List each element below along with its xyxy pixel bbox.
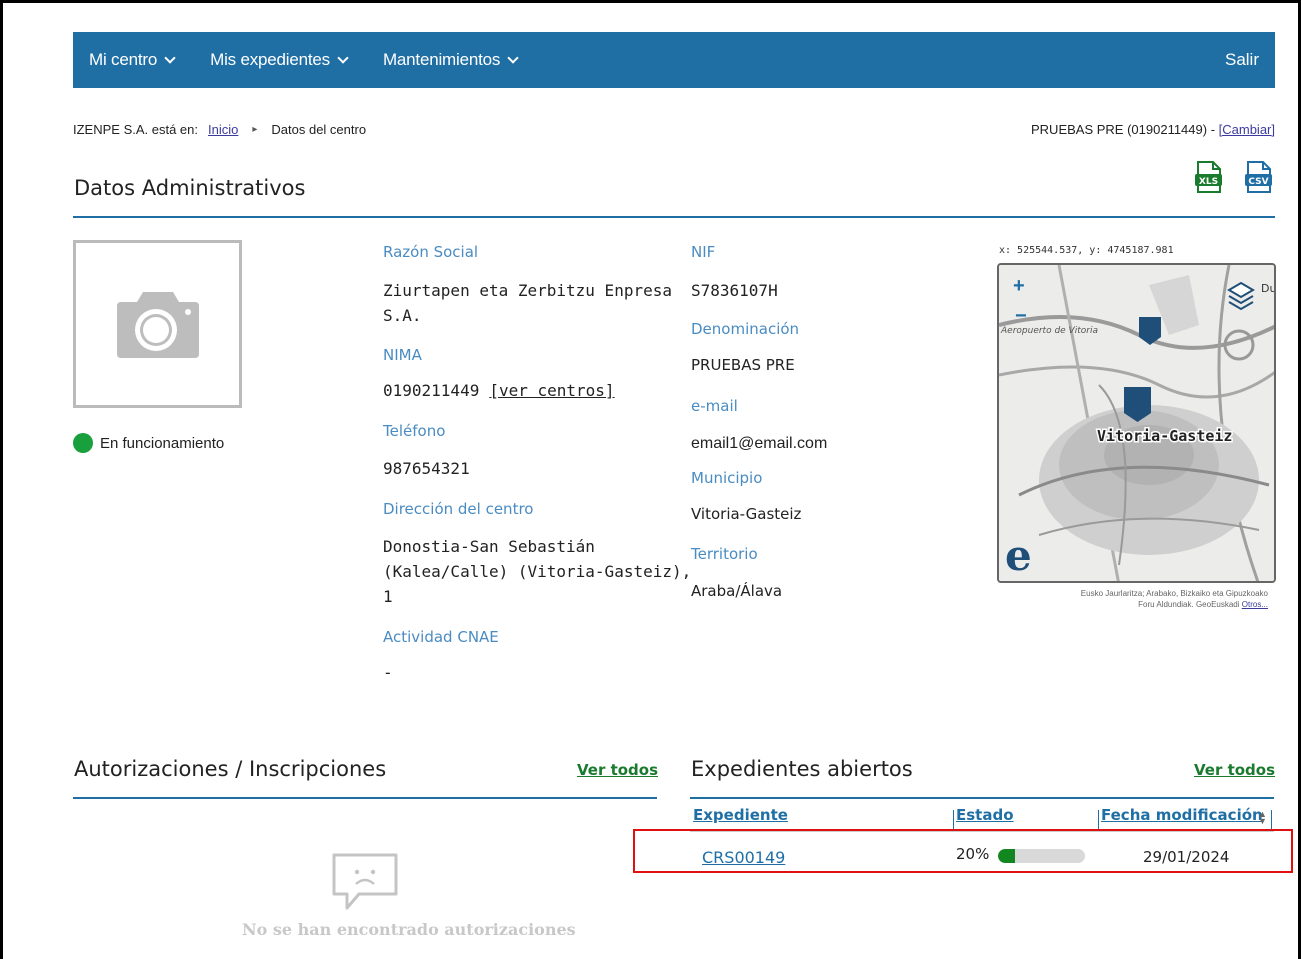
nav-mi-centro-label: Mi centro: [89, 50, 158, 69]
centre-selector: PRUEBAS PRE (0190211449) - [Cambiar]: [1031, 122, 1275, 137]
svg-text:XLS: XLS: [1199, 177, 1218, 187]
map-credits-link[interactable]: Otros...: [1242, 600, 1268, 609]
breadcrumb-prefix: IZENPE S.A. está en:: [73, 122, 198, 137]
admin-divider: [73, 216, 1275, 218]
ver-centros-link[interactable]: [ver centros]: [489, 381, 614, 400]
autorizaciones-title: Autorizaciones / Inscripciones: [74, 757, 387, 781]
nif-label: NIF: [691, 243, 716, 261]
nima-label: NIMA: [383, 346, 422, 364]
telefono-label: Teléfono: [383, 422, 446, 440]
expediente-link[interactable]: CRS00149: [702, 848, 785, 867]
nav-mantenimientos[interactable]: Mantenimientos: [382, 50, 519, 70]
territorio-label: Territorio: [691, 545, 758, 563]
breadcrumb-home-link[interactable]: Inicio: [208, 122, 238, 137]
breadcrumb-current: Datos del centro: [271, 122, 367, 137]
nima-value: 0190211449 [ver centros]: [383, 378, 615, 403]
svg-text:Du: Du: [1261, 282, 1276, 295]
razon-social-label: Razón Social: [383, 243, 479, 261]
direccion-line1: Donostia-San Sebastián: [383, 537, 595, 556]
export-xls-button[interactable]: XLS: [1194, 161, 1224, 193]
table-header-line: [690, 831, 1274, 832]
logout-button[interactable]: Salir: [1225, 50, 1259, 70]
map-layers-button[interactable]: [1227, 281, 1255, 316]
admin-section-title: Datos Administrativos: [74, 176, 306, 200]
razon-social-value: Ziurtapen eta Zerbitzu Enpresa S.A.: [383, 278, 672, 328]
expedientes-ver-todos-link[interactable]: Ver todos: [1194, 761, 1275, 779]
autorizaciones-empty-message: No se han encontrado autorizaciones: [242, 920, 576, 939]
empty-chat-icon: [331, 852, 399, 917]
direccion-value: Donostia-San Sebastián (Kalea/Calle) (Vi…: [383, 534, 691, 609]
territorio-value: Araba/Álava: [691, 582, 783, 600]
estado-progress-fill: [998, 849, 1016, 863]
map-credits-line1: Eusko Jaurlaritza; Arabako, Bizkaiko eta…: [1080, 589, 1268, 598]
actividad-value: -: [383, 663, 393, 682]
direccion-label: Dirección del centro: [383, 500, 534, 518]
map-zoom-in-button[interactable]: +: [1013, 275, 1025, 298]
column-header-fecha[interactable]: Fecha modificación: [1101, 806, 1263, 832]
status-text: En funcionamiento: [100, 434, 225, 452]
municipio-value: Vitoria-Gasteiz: [691, 505, 802, 523]
column-separator: [953, 810, 954, 832]
razon-social-line1: Ziurtapen eta Zerbitzu Enpresa: [383, 281, 672, 300]
change-centre-link[interactable]: [Cambiar]: [1219, 122, 1275, 137]
chevron-down-icon: [164, 52, 176, 64]
fecha-modificacion: 29/01/2024: [1143, 848, 1230, 866]
map-logo: e: [1005, 531, 1032, 580]
direccion-line2: (Kalea/Calle) (Vitoria-Gasteiz),: [383, 562, 692, 581]
svg-text:CSV: CSV: [1248, 177, 1268, 187]
column-separator: [1271, 810, 1272, 832]
column-header-fecha-label: Fecha modificación: [1101, 806, 1263, 824]
layers-icon: [1227, 281, 1255, 311]
csv-file-icon: CSV: [1245, 161, 1272, 193]
column-separator: [1098, 810, 1099, 832]
export-csv-button[interactable]: CSV: [1244, 161, 1274, 193]
municipio-label: Municipio: [691, 469, 763, 487]
location-map[interactable]: Vitoria-Gasteiz Vitoria-Gasteiz Aeropuer…: [997, 263, 1276, 583]
map-coordinates: x: 525544.537, y: 4745187.981: [999, 245, 1174, 256]
estado-progress-bar: [998, 849, 1085, 863]
xls-file-icon: XLS: [1195, 161, 1222, 193]
denominacion-value: PRUEBAS PRE: [691, 356, 795, 374]
autorizaciones-ver-todos-link[interactable]: Ver todos: [577, 761, 658, 779]
direccion-line3: 1: [383, 587, 393, 606]
status-indicator: En funcionamiento: [73, 433, 224, 453]
chevron-down-icon: [337, 52, 349, 64]
denominacion-label: Denominación: [691, 320, 800, 338]
expedientes-divider: [690, 797, 1274, 799]
actividad-label: Actividad CNAE: [383, 628, 499, 646]
razon-social-line2: S.A.: [383, 306, 422, 325]
autorizaciones-divider: [73, 797, 657, 799]
column-header-estado[interactable]: Estado: [956, 806, 1014, 832]
estado-percent: 20%: [956, 845, 990, 863]
map-credits-line2: Foru Aldundiak. GeoEuskadi: [1138, 600, 1242, 609]
camera-icon: [116, 292, 199, 358]
status-dot-icon: [73, 433, 93, 453]
svg-text:Vitoria-Gasteiz: Vitoria-Gasteiz: [1097, 427, 1232, 445]
map-credits: Eusko Jaurlaritza; Arabako, Bizkaiko eta…: [1000, 588, 1268, 610]
page: Mi centro Mis expedientes Mantenimientos…: [0, 0, 1301, 959]
sort-icon[interactable]: ▲ ▼: [1258, 810, 1267, 826]
nav-mis-expedientes-label: Mis expedientes: [210, 50, 330, 69]
top-nav: Mi centro Mis expedientes Mantenimientos…: [73, 32, 1275, 88]
breadcrumb-separator-icon: ▸: [252, 124, 258, 135]
column-header-expediente[interactable]: Expediente: [693, 806, 788, 832]
nima-number: 0190211449: [383, 381, 480, 400]
expedientes-title: Expedientes abiertos: [691, 757, 913, 781]
nif-value: S7836107H: [691, 281, 778, 300]
nav-mantenimientos-label: Mantenimientos: [382, 50, 501, 69]
email-label: e-mail: [691, 397, 738, 415]
email-value: email1@email.com: [691, 435, 828, 452]
centre-selector-text: PRUEBAS PRE (0190211449) -: [1031, 122, 1219, 137]
chevron-down-icon: [507, 52, 519, 64]
telefono-value: 987654321: [383, 459, 470, 478]
centre-photo-placeholder[interactable]: [73, 240, 242, 408]
nav-mi-centro[interactable]: Mi centro: [89, 50, 176, 70]
nav-mis-expedientes[interactable]: Mis expedientes: [210, 50, 349, 70]
breadcrumb: IZENPE S.A. está en: Inicio ▸ Datos del …: [73, 122, 366, 137]
map-zoom-out-button[interactable]: −: [1015, 305, 1027, 328]
